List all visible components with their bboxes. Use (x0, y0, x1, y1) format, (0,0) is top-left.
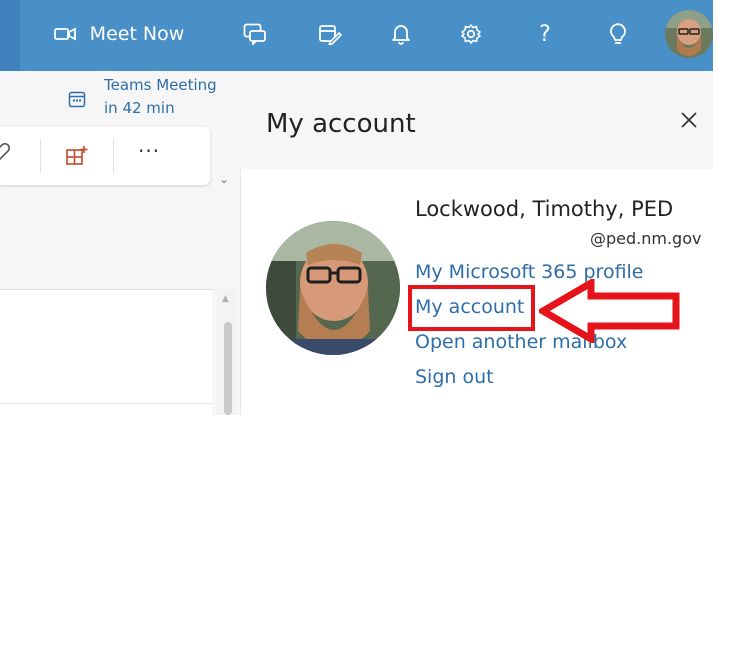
ribbon-separator (40, 139, 41, 173)
meeting-title: Teams Meeting (104, 76, 217, 94)
user-photo (665, 10, 713, 58)
bell-icon (392, 25, 410, 45)
highlight-annotation-box (408, 285, 535, 331)
top-bar: Meet Now ? (0, 0, 713, 71)
profile-avatar-button[interactable] (665, 10, 713, 58)
user-display-name: Lockwood, Timothy, PED (415, 197, 674, 221)
help-icon: ? (539, 21, 551, 47)
scrollbar-thumb[interactable] (224, 322, 232, 415)
meet-now-button[interactable]: Meet Now (38, 14, 200, 54)
account-panel-header: My account (240, 71, 713, 169)
chat-feedback-icon (243, 23, 266, 45)
ribbon-separator (113, 139, 114, 173)
user-photo (266, 221, 400, 355)
tag-icon[interactable] (0, 143, 14, 167)
upcoming-meeting-reminder[interactable]: Teams Meeting in 42 min (62, 72, 238, 124)
video-camera-icon (53, 27, 76, 41)
account-panel-title: My account (266, 109, 416, 139)
sign-out-link[interactable]: Sign out (415, 366, 494, 388)
scroll-up-icon[interactable]: ▲ (222, 294, 229, 304)
topbar-edge (713, 0, 749, 71)
user-email: @ped.nm.gov (590, 229, 702, 248)
red-arrow-annotation (539, 279, 680, 343)
notifications-button[interactable] (386, 14, 416, 54)
list-divider (0, 403, 212, 404)
help-button[interactable]: ? (530, 14, 560, 54)
page-edge (713, 71, 749, 415)
ribbon-toolbar: ··· (0, 127, 210, 185)
gear-icon (461, 24, 481, 44)
user-avatar (266, 221, 400, 355)
lightbulb-icon (610, 23, 626, 44)
chevron-down-icon[interactable]: ⌄ (219, 172, 229, 186)
calendar-edit-button[interactable] (315, 14, 345, 54)
meeting-time: in 42 min (104, 99, 175, 117)
message-list (0, 289, 212, 416)
my-account-panel: My account Lockwood, Timothy, PED @ped.n… (240, 71, 714, 415)
top-bar-left-accent (0, 0, 20, 71)
tips-button[interactable] (603, 14, 633, 54)
chat-feedback-button[interactable] (240, 14, 270, 54)
more-options-button[interactable]: ··· (138, 139, 160, 163)
account-card: Lockwood, Timothy, PED @ped.nm.gov My Mi… (240, 169, 714, 415)
calendar-icon (68, 91, 86, 108)
meet-now-label: Meet Now (89, 23, 185, 45)
close-icon[interactable] (676, 107, 702, 133)
settings-button[interactable] (456, 14, 486, 54)
add-table-icon[interactable] (66, 146, 88, 166)
calendar-edit-icon (319, 25, 342, 45)
